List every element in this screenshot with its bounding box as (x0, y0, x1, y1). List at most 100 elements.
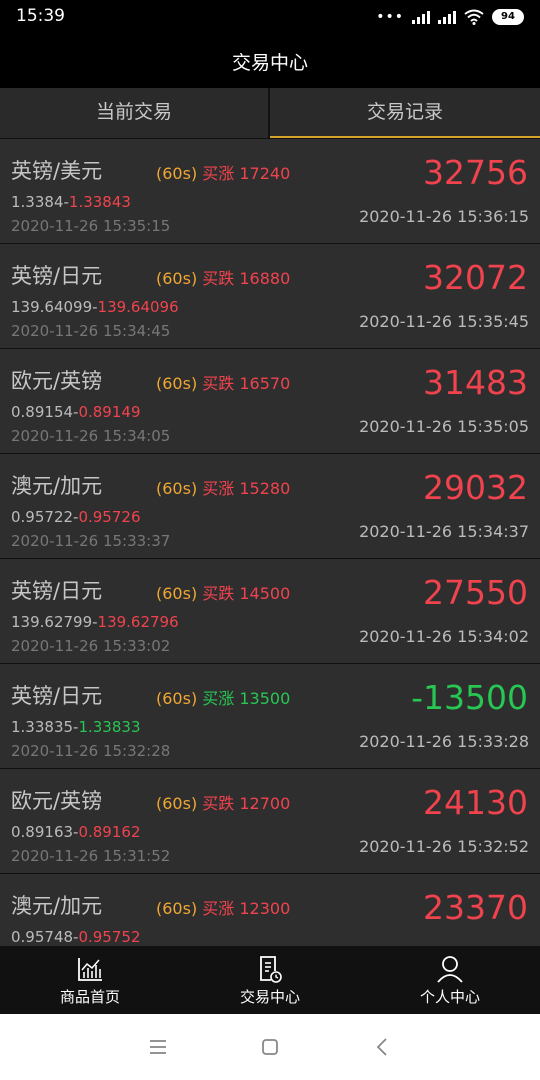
trade-record-row[interactable]: 澳元/加元 (60s) 买涨 12300 0.95748-0.95752 23370 (0, 874, 540, 946)
trade-action: 买跌 16570 (202, 374, 291, 393)
person-icon (437, 956, 463, 983)
close-price: 1.33843 (68, 193, 131, 211)
trade-record-list[interactable]: 英镑/美元 (60s) 买涨 17240 1.3384-1.33843 2020-11… (0, 138, 540, 946)
open-time: 2020-11-26 15:33:02 (11, 637, 171, 655)
trade-order-info: (60s) 买跌 12700 (156, 790, 290, 814)
trade-action: 买跌 16880 (202, 269, 291, 288)
open-price: 0.95748- (11, 928, 79, 946)
signal-hd-icon (438, 10, 456, 24)
price-range: 0.95748-0.95752 (11, 928, 140, 946)
trade-period: (60s) (156, 269, 198, 288)
close-price: 139.62796 (97, 613, 179, 631)
currency-pair: 欧元/英镑 (11, 369, 103, 393)
close-time: 2020-11-26 15:34:37 (359, 522, 529, 541)
trade-period: (60s) (156, 164, 198, 183)
close-price: 0.89162 (78, 823, 141, 841)
trade-period: (60s) (156, 899, 198, 918)
nav-item-trade-center[interactable]: 交易中心 (180, 946, 360, 1014)
trade-action: 买涨 12300 (202, 899, 291, 918)
open-price: 1.33835- (11, 718, 79, 736)
trade-record-row[interactable]: 英镑/日元 (60s) 买跌 14500 139.62799-139.62796 20… (0, 559, 540, 663)
price-range: 1.33835-1.33833 (11, 718, 140, 736)
trade-record-row[interactable]: 澳元/加元 (60s) 买涨 15280 0.95722-0.95726 2020-1… (0, 454, 540, 558)
tab-current-trades[interactable]: 当前交易 (0, 88, 270, 138)
open-price: 139.62799- (11, 613, 98, 631)
profit-amount: 27550 (423, 573, 528, 612)
open-time: 2020-11-26 15:31:52 (11, 847, 171, 865)
price-range: 0.89154-0.89149 (11, 403, 140, 421)
trade-period: (60s) (156, 479, 198, 498)
open-time: 2020-11-26 15:34:05 (11, 427, 171, 445)
tab-bar: 当前交易 交易记录 (0, 88, 540, 138)
currency-pair: 欧元/英镑 (11, 789, 103, 813)
close-time: 2020-11-26 15:35:45 (359, 312, 529, 331)
profit-amount: 32756 (423, 153, 528, 192)
trade-period: (60s) (156, 374, 198, 393)
status-time: 15:39 (16, 6, 65, 26)
home-square-icon[interactable] (259, 1036, 281, 1058)
profit-amount: -13500 (411, 678, 528, 717)
nav-label-profile: 个人中心 (419, 988, 480, 1006)
open-time: 2020-11-26 15:35:15 (11, 217, 171, 235)
close-price: 0.89149 (78, 403, 141, 421)
bottom-nav: 商品首页 交易中心 个人中心 (0, 946, 540, 1014)
status-icons: ••• 94 (376, 8, 524, 26)
nav-item-profile[interactable]: 个人中心 (360, 946, 540, 1014)
open-price: 0.89154- (11, 403, 79, 421)
signal-icon (412, 10, 430, 24)
nav-item-home[interactable]: 商品首页 (0, 946, 180, 1014)
close-price: 0.95752 (78, 928, 141, 946)
currency-pair: 澳元/加元 (11, 894, 103, 918)
trade-action: 买跌 12700 (202, 794, 291, 813)
trade-action: 买跌 14500 (202, 584, 291, 603)
trade-action: 买涨 13500 (202, 689, 291, 708)
price-range: 139.64099-139.64096 (11, 298, 179, 316)
back-icon[interactable] (372, 1036, 394, 1058)
more-dots-icon: ••• (376, 9, 404, 25)
trade-order-info: (60s) 买跌 14500 (156, 580, 290, 604)
close-time: 2020-11-26 15:35:05 (359, 417, 529, 436)
profit-amount: 31483 (423, 363, 528, 402)
close-time: 2020-11-26 15:36:15 (359, 207, 529, 226)
profit-amount: 23370 (423, 888, 528, 927)
trade-record-row[interactable]: 欧元/英镑 (60s) 买跌 16570 0.89154-0.89149 2020-1… (0, 349, 540, 453)
open-price: 0.95722- (11, 508, 79, 526)
open-price: 1.3384- (11, 193, 69, 211)
chart-icon (78, 958, 102, 981)
trade-record-row[interactable]: 英镑/日元 (60s) 买涨 13500 1.33835-1.33833 2020-1… (0, 664, 540, 768)
trade-order-info: (60s) 买涨 15280 (156, 475, 290, 499)
currency-pair: 英镑/日元 (11, 684, 103, 708)
document-clock-icon (260, 956, 282, 983)
trade-order-info: (60s) 买跌 16880 (156, 265, 290, 289)
trade-action: 买涨 15280 (202, 479, 291, 498)
wifi-icon (464, 9, 484, 25)
trade-period: (60s) (156, 584, 198, 603)
close-time: 2020-11-26 15:32:52 (359, 837, 529, 856)
trade-record-row[interactable]: 英镑/美元 (60s) 买涨 17240 1.3384-1.33843 2020-11… (0, 139, 540, 243)
trade-order-info: (60s) 买涨 13500 (156, 685, 290, 709)
close-time: 2020-11-26 15:33:28 (359, 732, 529, 751)
price-range: 1.3384-1.33843 (11, 193, 131, 211)
profit-amount: 29032 (423, 468, 528, 507)
battery-icon: 94 (492, 9, 524, 25)
price-range: 0.95722-0.95726 (11, 508, 140, 526)
price-range: 139.62799-139.62796 (11, 613, 179, 631)
trade-record-row[interactable]: 英镑/日元 (60s) 买跌 16880 139.64099-139.64096 20… (0, 244, 540, 348)
price-range: 0.89163-0.89162 (11, 823, 140, 841)
trade-period: (60s) (156, 794, 198, 813)
profit-amount: 32072 (423, 258, 528, 297)
trade-order-info: (60s) 买涨 17240 (156, 160, 290, 184)
close-price: 0.95726 (78, 508, 141, 526)
trade-period: (60s) (156, 689, 198, 708)
open-price: 0.89163- (11, 823, 79, 841)
currency-pair: 英镑/日元 (11, 264, 103, 288)
menu-icon[interactable] (147, 1036, 169, 1058)
open-time: 2020-11-26 15:33:37 (11, 532, 171, 550)
trade-order-info: (60s) 买跌 16570 (156, 370, 290, 394)
tab-trade-records[interactable]: 交易记录 (270, 88, 540, 138)
trade-action: 买涨 17240 (202, 164, 291, 183)
trade-record-row[interactable]: 欧元/英镑 (60s) 买跌 12700 0.89163-0.89162 2020-1… (0, 769, 540, 873)
close-price: 139.64096 (97, 298, 179, 316)
app-header: 交易中心 (0, 34, 540, 88)
currency-pair: 英镑/日元 (11, 579, 103, 603)
